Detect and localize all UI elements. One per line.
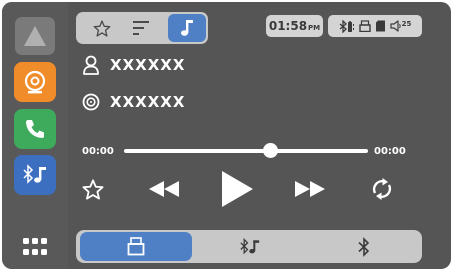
next-button[interactable]: [291, 176, 329, 202]
source-usb[interactable]: [80, 232, 192, 261]
bluetooth-music-icon: [23, 164, 46, 184]
clock: 01:58 PM: [266, 15, 323, 37]
progress-knob[interactable]: [262, 143, 278, 158]
source-tabs: [76, 230, 422, 263]
play-button[interactable]: [217, 168, 257, 210]
apps-grid-button[interactable]: [14, 232, 56, 262]
favorite-button[interactable]: [80, 176, 106, 202]
radio-icon: [24, 70, 46, 94]
tab-favorite[interactable]: [84, 12, 120, 44]
bt-music-button[interactable]: [14, 155, 56, 195]
volume-indicator: 25: [390, 20, 412, 32]
usb-icon: [127, 237, 145, 256]
progress-track[interactable]: [124, 149, 368, 153]
music-note-icon: [181, 20, 193, 36]
head-unit-screen: 01:58 PM 25 XXXXXX XXXXXX 00:00 00:00: [2, 2, 451, 269]
play-icon: [222, 171, 253, 207]
sidebar: [2, 2, 68, 269]
artist-row: XXXXXX: [82, 54, 185, 76]
rewind-icon: [149, 181, 179, 197]
fast-forward-icon: [295, 181, 325, 197]
usb-icon: [358, 20, 371, 32]
source-bluetooth-music[interactable]: [194, 230, 306, 263]
phone-button[interactable]: [14, 109, 56, 149]
home-button[interactable]: [14, 16, 56, 56]
repeat-button[interactable]: [368, 176, 396, 202]
source-bluetooth[interactable]: [308, 230, 420, 263]
list-icon: [133, 21, 149, 35]
previous-button[interactable]: [145, 176, 183, 202]
volume-level: 25: [401, 20, 412, 28]
speaker-icon: [390, 20, 401, 32]
bluetooth-music-icon: [240, 237, 260, 254]
clock-ampm: PM: [308, 24, 321, 32]
phone-icon: [26, 120, 44, 138]
repeat-icon: [372, 178, 392, 200]
grid-icon: [23, 238, 47, 255]
radio-button[interactable]: [14, 62, 56, 102]
total-time: 00:00: [374, 146, 406, 157]
artist-icon: [83, 55, 99, 75]
album-row: XXXXXX: [82, 91, 185, 113]
star-outline-icon: [93, 19, 111, 37]
clock-time: 01:58: [268, 19, 308, 33]
status-bar: 25: [328, 15, 422, 37]
artist-name: XXXXXX: [110, 56, 186, 74]
sd-card-icon: [375, 20, 385, 32]
star-outline-icon: [82, 178, 104, 200]
tab-music[interactable]: [168, 14, 206, 42]
album-name: XXXXXX: [110, 93, 186, 111]
bluetooth-icon: [358, 236, 370, 257]
home-icon: [15, 17, 55, 55]
elapsed-time: 00:00: [82, 146, 114, 157]
tab-list[interactable]: [124, 12, 160, 44]
view-tabs: [76, 12, 208, 44]
bluetooth-battery-icon: [339, 19, 354, 33]
disc-icon: [82, 93, 100, 111]
